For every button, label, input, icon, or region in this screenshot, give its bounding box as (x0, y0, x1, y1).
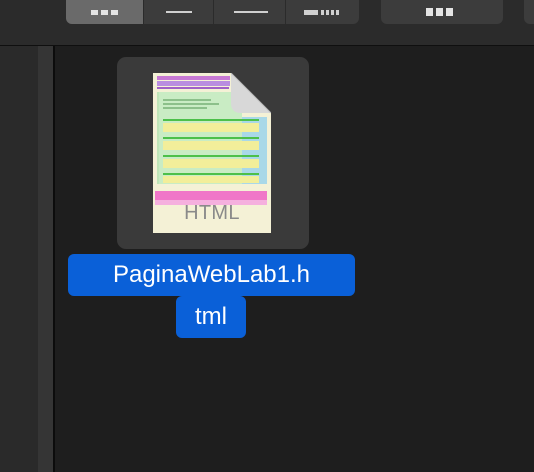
file-browser-content: HTML PaginaWebLab1.h tml (55, 46, 534, 472)
finder-toolbar (0, 0, 534, 46)
file-name-label-line2[interactable]: tml (176, 296, 246, 338)
column-view-button[interactable] (214, 0, 286, 24)
view-mode-segmented-control (66, 0, 359, 24)
grid-icon (91, 10, 118, 15)
columns-icon (234, 11, 268, 13)
gallery-icon (304, 10, 339, 15)
group-by-button[interactable] (381, 0, 503, 24)
sidebar-scrollbar[interactable] (38, 46, 53, 472)
toolbar-more-button[interactable] (524, 0, 534, 24)
file-type-label: HTML (184, 202, 240, 224)
gallery-view-button[interactable] (286, 0, 359, 24)
group-grid-icon (426, 8, 453, 16)
sidebar (0, 46, 53, 472)
list-view-button[interactable] (144, 0, 214, 24)
list-icon (166, 11, 192, 13)
icon-view-button[interactable] (66, 0, 144, 24)
file-name-label-line1[interactable]: PaginaWebLab1.h (68, 254, 355, 296)
